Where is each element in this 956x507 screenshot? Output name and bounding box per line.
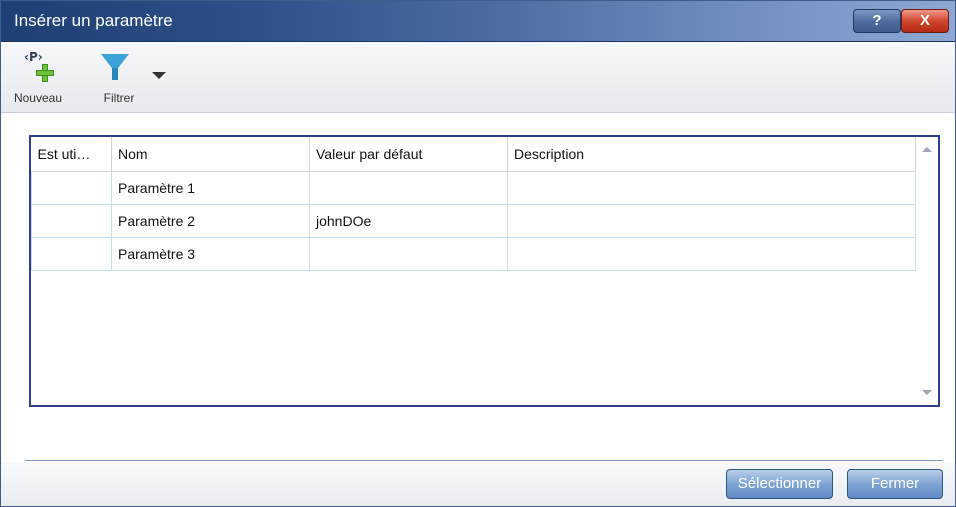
filter-dropdown-arrow-icon[interactable] (152, 72, 166, 79)
cell-default-value[interactable]: johnDOe (309, 204, 508, 238)
new-label: Nouveau (13, 91, 63, 105)
funnel-stem (112, 68, 118, 80)
cell-name[interactable]: Paramètre 3 (111, 237, 310, 271)
footer-divider (25, 460, 943, 461)
cell-name[interactable]: Paramètre 1 (111, 171, 310, 205)
parameter-add-icon: ‹P› (9, 50, 67, 86)
table-row[interactable]: Paramètre 1 (31, 171, 916, 205)
cell-default-value[interactable] (309, 237, 508, 271)
column-header-name[interactable]: Nom (111, 137, 310, 172)
cell-description[interactable] (507, 204, 916, 238)
close-button[interactable]: Fermer (847, 469, 943, 499)
table-header-row: Est uti… Nom Valeur par défaut Descripti… (31, 137, 916, 172)
column-header-used[interactable]: Est uti… (31, 137, 112, 172)
plus-icon (35, 63, 55, 83)
close-window-button[interactable]: X (901, 9, 949, 33)
cell-used[interactable] (31, 171, 112, 205)
scroll-up-arrow-icon[interactable] (922, 147, 932, 152)
title-bar[interactable]: Insérer un paramètre ? X (1, 1, 955, 42)
filter-label: Filtrer (103, 91, 135, 105)
cell-used[interactable] (31, 204, 112, 238)
parameters-grid[interactable]: Est uti… Nom Valeur par défaut Descripti… (29, 135, 940, 407)
vertical-scrollbar[interactable] (916, 137, 938, 405)
filter-button[interactable]: Filtrer (95, 50, 143, 105)
scroll-down-arrow-icon[interactable] (922, 390, 932, 395)
parameters-table: Est uti… Nom Valeur par défaut Descripti… (31, 137, 916, 271)
cell-default-value[interactable] (309, 171, 508, 205)
dialog-footer: Sélectionner Fermer (1, 462, 955, 506)
new-parameter-button[interactable]: ‹P› Nouveau (9, 50, 67, 105)
cell-used[interactable] (31, 237, 112, 271)
funnel-filter-icon (95, 50, 143, 86)
table-row[interactable]: Paramètre 3 (31, 237, 916, 271)
parameter-glyph: ‹P› (24, 50, 43, 64)
column-header-description[interactable]: Description (507, 137, 916, 172)
toolbar: ‹P› Nouveau Filtrer (1, 42, 955, 113)
cell-name[interactable]: Paramètre 2 (111, 204, 310, 238)
insert-parameter-dialog: Insérer un paramètre ? X ‹P› Nouveau Fil… (0, 0, 956, 507)
window-title: Insérer un paramètre (14, 11, 173, 30)
column-header-default-value[interactable]: Valeur par défaut (309, 137, 508, 172)
cell-description[interactable] (507, 171, 916, 205)
select-button[interactable]: Sélectionner (726, 469, 833, 499)
table-row[interactable]: Paramètre 2 johnDOe (31, 204, 916, 238)
cell-description[interactable] (507, 237, 916, 271)
help-button[interactable]: ? (853, 9, 901, 33)
